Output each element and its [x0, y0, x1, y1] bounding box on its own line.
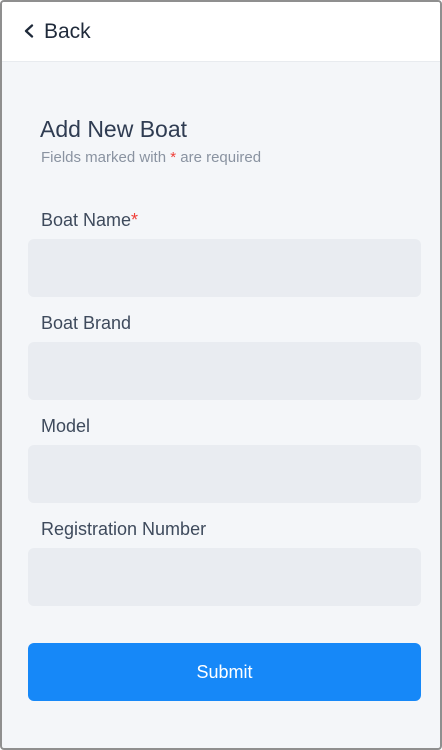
boat-brand-input[interactable] — [28, 342, 421, 400]
model-input[interactable] — [28, 445, 421, 503]
back-label: Back — [44, 19, 91, 43]
model-label: Model — [41, 416, 91, 436]
chevron-left-icon — [22, 24, 36, 38]
submit-button[interactable]: Submit — [28, 643, 421, 701]
required-note-suffix: are required — [176, 149, 262, 166]
boat-name-input[interactable] — [28, 239, 421, 297]
boat-name-label: Boat Name* — [41, 210, 138, 231]
boat-brand-label: Boat Brand — [41, 313, 132, 333]
registration-number-input[interactable] — [28, 548, 421, 606]
back-button[interactable]: Back — [22, 16, 91, 46]
required-fields-note: Fields marked with * are required — [41, 149, 261, 166]
add-boat-screen: Back Add New Boat Fields marked with * a… — [0, 0, 442, 750]
top-navigation-bar: Back — [2, 2, 440, 62]
registration-number-label: Registration Number — [41, 519, 207, 539]
page-title: Add New Boat — [40, 116, 188, 142]
boat-name-required-star: * — [131, 210, 139, 230]
required-note-prefix: Fields marked with — [41, 149, 171, 166]
boat-name-label-text: Boat Name — [41, 210, 132, 230]
